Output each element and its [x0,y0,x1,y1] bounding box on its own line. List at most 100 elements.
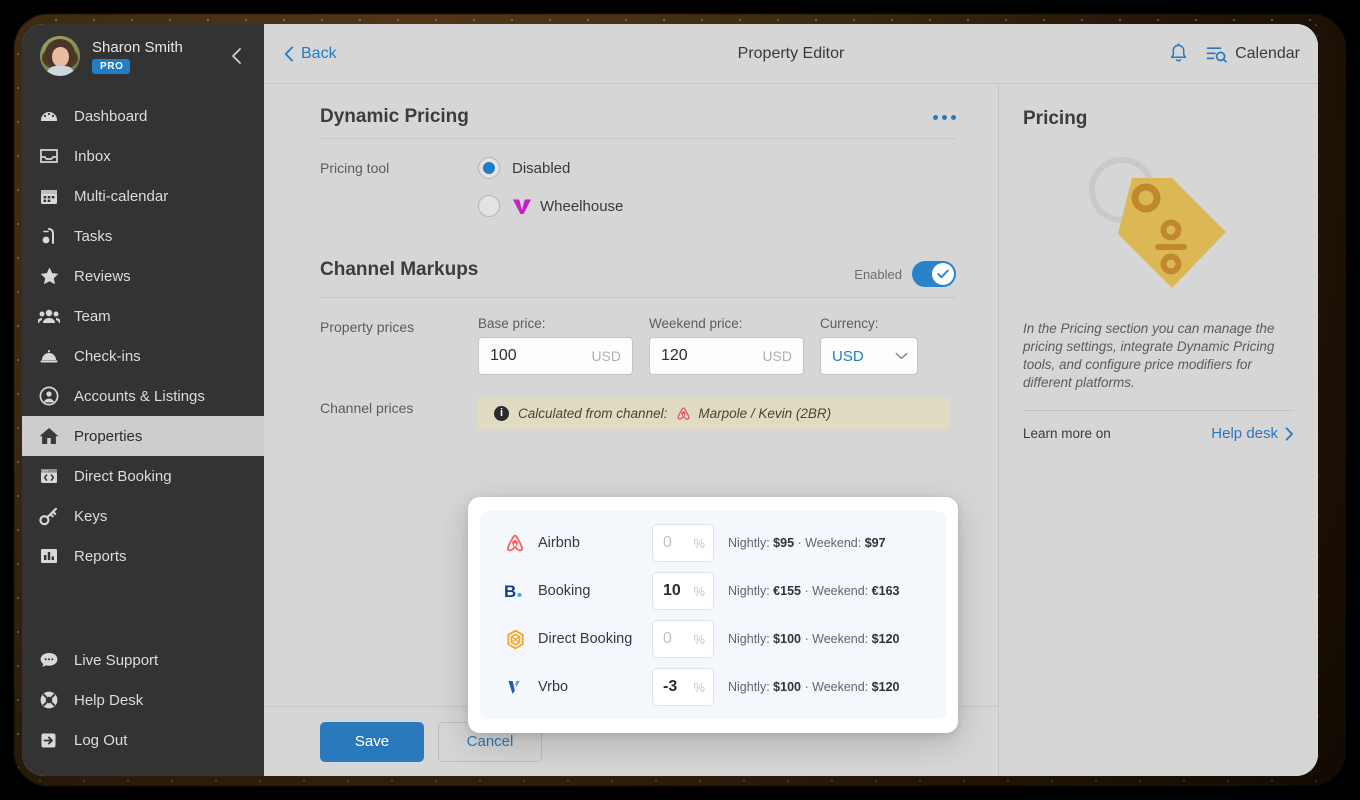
sidebar-item-label: Reviews [74,267,131,285]
sidebar-item-label: Live Support [74,651,159,669]
logout-icon [38,729,60,751]
currency-select[interactable]: USD [820,337,918,375]
weekend-price-field: Weekend price: 120 USD [649,316,804,375]
star-icon [38,265,60,287]
chat-bubble-icon [38,649,60,671]
inbox-icon [38,145,60,167]
sidebar-item-log-out[interactable]: Log Out [22,720,264,760]
page-title: Property Editor [737,44,845,62]
weekend-price-suffix: USD [762,348,792,364]
weekend-price-input[interactable]: 120 USD [649,337,804,375]
sidebar-user-row[interactable]: Sharon Smith PRO [22,24,264,88]
separator: · [804,632,809,646]
notification-bell-icon[interactable] [1169,43,1188,64]
radio-option-wheelhouse[interactable]: Wheelhouse [478,195,623,217]
markup-value: 0 [663,630,672,647]
channel-markups-toggle-wrap: Enabled [854,259,956,287]
topbar: Back Property Editor Calendar [264,24,1318,84]
sidebar-item-tasks[interactable]: Tasks [22,216,264,256]
channel-markup-input-vrbo[interactable]: -3 % [652,668,714,706]
radio-disabled-input[interactable] [478,157,500,179]
currency-field: Currency: USD [820,316,918,375]
nightly-label: Nightly: [728,632,770,646]
property-prices-row: Property prices Base price: 100 USD Week [320,316,956,375]
calendar-search-icon [1206,45,1227,63]
nightly-label: Nightly: [728,680,770,694]
dynamic-pricing-header: Dynamic Pricing [320,106,956,139]
back-label: Back [301,44,337,62]
weekend-price-caption: Weekend price: [649,316,743,331]
bar-chart-icon [38,545,60,567]
calendar-button[interactable]: Calendar [1206,45,1300,63]
sidebar-item-inbox[interactable]: Inbox [22,136,264,176]
help-desk-label: Help desk [1211,425,1278,442]
save-button[interactable]: Save [320,721,424,762]
weekend-label: Weekend: [812,680,869,694]
sidebar-item-label: Log Out [74,731,128,749]
sidebar-item-direct-booking[interactable]: Direct Booking [22,456,264,496]
dashboard-icon [38,105,60,127]
channel-markup-input-direct-booking[interactable]: 0 % [652,620,714,658]
base-price-input[interactable]: 100 USD [478,337,633,375]
help-panel-description: In the Pricing section you can manage th… [1023,321,1275,390]
key-icon [38,505,60,527]
markup-value: 10 [663,582,681,599]
chevron-right-icon [1285,426,1293,441]
channel-markups-toggle[interactable] [912,261,956,287]
channel-name: Airbnb [538,535,580,551]
markup-value: -3 [663,678,678,695]
sidebar-item-label: Team [74,307,111,325]
sidebar-item-properties[interactable]: Properties [22,416,264,456]
body-split: Dynamic Pricing Pricing tool Disabled Wh… [264,84,1318,776]
percent-symbol: % [693,583,705,599]
weekend-price-value: 120 [661,347,688,364]
percent-symbol: % [693,631,705,647]
chevron-down-icon [895,352,908,360]
channel-markup-input-airbnb[interactable]: 0 % [652,524,714,562]
avatar [40,36,80,76]
channel-markups-card: Airbnb 0 % Nightly: $95 · Weekend: $97 B… [468,497,958,733]
nightly-label: Nightly: [728,584,770,598]
toggle-label: Enabled [854,266,902,282]
channel-prices-row: Channel prices i Calculated from channel… [320,397,956,429]
home-icon [38,425,60,447]
weekend-label: Weekend: [812,584,869,598]
channel-markups-header: Channel Markups Enabled [320,259,956,298]
dynamic-pricing-title: Dynamic Pricing [320,106,469,127]
chevron-left-icon[interactable] [224,43,250,69]
sidebar-item-label: Dashboard [74,107,148,125]
sidebar-item-help-desk[interactable]: Help Desk [22,680,264,720]
radio-disabled-label: Disabled [512,159,571,177]
sidebar-item-label: Accounts & Listings [74,387,205,405]
base-price-caption: Base price: [478,316,546,331]
sidebar-item-reports[interactable]: Reports [22,536,264,576]
channel-markup-input-booking[interactable]: 10 % [652,572,714,610]
info-icon: i [494,405,509,421]
radio-option-disabled[interactable]: Disabled [478,157,623,179]
back-button[interactable]: Back [284,45,337,63]
radio-wheelhouse-input[interactable] [478,195,500,217]
people-icon [38,305,60,327]
calendar-icon [38,185,60,207]
sidebar-item-label: Multi-calendar [74,187,169,205]
help-panel: Pricing In the Pricing section you can m… [998,84,1318,776]
help-desk-link[interactable]: Help desk [1211,425,1294,442]
more-options-icon[interactable] [933,106,956,120]
app-window: Sharon Smith PRO Dashboard Inbox Multi-c… [22,24,1318,776]
channel-price-summary: Nightly: $95 · Weekend: $97 [728,536,886,550]
vrbo-icon [502,677,528,697]
sidebar-item-reviews[interactable]: Reviews [22,256,264,296]
sidebar-item-dashboard[interactable]: Dashboard [22,96,264,136]
sidebar-item-label: Keys [74,507,108,525]
sidebar-item-multi-calendar[interactable]: Multi-calendar [22,176,264,216]
sidebar-item-keys[interactable]: Keys [22,496,264,536]
sidebar-item-team[interactable]: Team [22,296,264,336]
weekend-label: Weekend: [805,536,862,550]
sidebar-item-check-ins[interactable]: Check-ins [22,336,264,376]
sidebar-item-live-support[interactable]: Live Support [22,640,264,680]
sidebar-item-accounts-listings[interactable]: Accounts & Listings [22,376,264,416]
channel-row-vrbo: Vrbo -3 % Nightly: $100 · Weekend: $120 [480,663,946,711]
separator: · [804,584,809,598]
separator: · [797,536,802,550]
currency-value: USD [832,347,864,365]
